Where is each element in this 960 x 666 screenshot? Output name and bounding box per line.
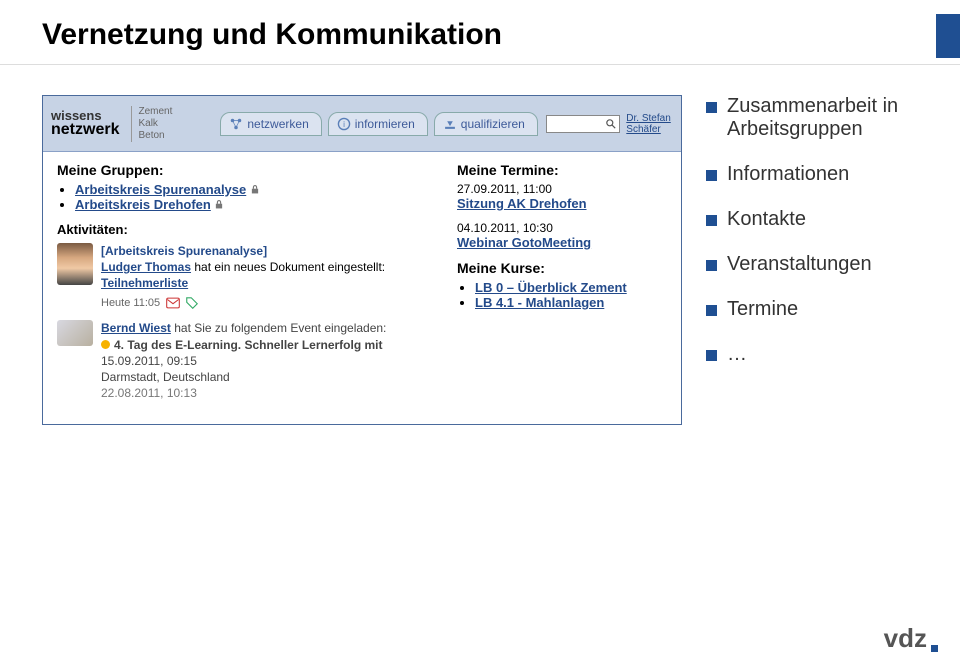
bullet-text: Informationen — [727, 163, 849, 186]
activity-posted: 22.08.2011, 10:13 — [101, 386, 197, 400]
kurs-link[interactable]: LB 0 – Überblick Zement — [475, 280, 627, 295]
logo-materials: Zement Kalk Beton — [131, 106, 172, 142]
profile-link[interactable]: Dr. Stefan Schäfer — [626, 113, 686, 135]
avatar — [57, 243, 93, 285]
svg-text:i: i — [343, 118, 345, 128]
activity-item: Bernd Wiest hat Sie zu folgendem Event e… — [57, 320, 427, 401]
portal-topbar: wissens netzwerk Zement Kalk Beton netzw… — [43, 96, 681, 152]
search-input[interactable] — [546, 115, 620, 133]
nav-qualifizieren[interactable]: qualifizieren — [434, 112, 538, 136]
activity-group: [Arbeitskreis Spurenanalyse] — [101, 244, 267, 258]
bullet-square-icon — [706, 260, 717, 271]
mail-icon — [166, 297, 180, 309]
lock-icon — [250, 184, 260, 195]
activity-actor[interactable]: Ludger Thomas — [101, 260, 191, 274]
termin-time: 27.09.2011, 11:00 — [457, 182, 667, 196]
nav-informieren-label: informieren — [355, 117, 415, 131]
portal-logo: wissens netzwerk — [51, 109, 119, 138]
activity-when: 15.09.2011, 09:15 — [101, 354, 197, 368]
bullet-square-icon — [706, 102, 717, 113]
groups-heading: Meine Gruppen: — [57, 162, 427, 178]
kurse-heading: Meine Kurse: — [457, 260, 667, 276]
termin-link[interactable]: Webinar GotoMeeting — [457, 235, 591, 250]
logo-line2: netzwerk — [51, 122, 119, 138]
slide-title: Vernetzung und Kommunikation — [42, 18, 960, 52]
footer-brand-text: vdz — [884, 623, 927, 654]
bullet-text: … — [727, 343, 747, 366]
nav-netzwerken-label: netzwerken — [247, 117, 308, 131]
group-item: Arbeitskreis Drehofen — [75, 197, 427, 212]
bullet-text: Termine — [727, 298, 798, 321]
lock-icon — [214, 199, 224, 210]
network-icon — [229, 117, 243, 131]
group-link-drehofen[interactable]: Arbeitskreis Drehofen — [75, 197, 211, 212]
group-link-spurenanalyse[interactable]: Arbeitskreis Spurenanalyse — [75, 182, 246, 197]
activity-tail: hat Sie zu folgendem Event eingeladen: — [171, 321, 386, 335]
qualify-icon — [443, 117, 457, 131]
brand-dot-icon — [931, 645, 938, 652]
bullet-dot-icon — [101, 340, 110, 349]
activity-item: [Arbeitskreis Spurenanalyse] Ludger Thom… — [57, 243, 427, 310]
bullet-square-icon — [706, 350, 717, 361]
tag-icon — [186, 297, 198, 309]
panel-left-col: Meine Gruppen: Arbeitskreis Spurenanalys… — [57, 162, 427, 411]
activities-heading: Aktivitäten: — [57, 222, 427, 237]
activity-time: Heute 11:05 — [101, 296, 160, 311]
info-icon: i — [337, 117, 351, 131]
slide-bullets: Zusammenarbeit in Arbeitsgruppen Informa… — [706, 95, 950, 425]
nav-informieren[interactable]: i informieren — [328, 112, 428, 136]
activity-where: Darmstadt, Deutschland — [101, 370, 230, 384]
bullet-text: Veranstaltungen — [727, 253, 872, 276]
nav-netzwerken[interactable]: netzwerken — [220, 112, 321, 136]
mat-zement: Zement — [138, 106, 172, 118]
bullet-square-icon — [706, 215, 717, 226]
bullet-text: Zusammenarbeit in Arbeitsgruppen — [727, 95, 950, 141]
bullet-text: Kontakte — [727, 208, 806, 231]
mat-kalk: Kalk — [138, 118, 172, 130]
portal-screenshot: wissens netzwerk Zement Kalk Beton netzw… — [42, 95, 682, 425]
bullet-square-icon — [706, 170, 717, 181]
termin-link[interactable]: Sitzung AK Drehofen — [457, 196, 587, 211]
footer-brand: vdz — [884, 623, 938, 654]
termine-heading: Meine Termine: — [457, 162, 667, 178]
group-item: Arbeitskreis Spurenanalyse — [75, 182, 427, 197]
activity-doc[interactable]: Teilnehmerliste — [101, 276, 188, 290]
termin-time: 04.10.2011, 10:30 — [457, 221, 667, 235]
panel-right-col: Meine Termine: 27.09.2011, 11:00 Sitzung… — [457, 162, 667, 411]
avatar — [57, 320, 93, 346]
mat-beton: Beton — [138, 130, 172, 142]
search-icon — [605, 118, 617, 130]
activity-tail: hat ein neues Dokument eingestellt: — [191, 260, 385, 274]
kurs-link[interactable]: LB 4.1 - Mahlanlagen — [475, 295, 604, 310]
title-accent-block — [936, 14, 960, 58]
activity-actor[interactable]: Bernd Wiest — [101, 321, 171, 335]
nav-qualifizieren-label: qualifizieren — [461, 117, 525, 131]
bullet-square-icon — [706, 305, 717, 316]
activity-event: 4. Tag des E-Learning. Schneller Lernerf… — [114, 338, 383, 352]
